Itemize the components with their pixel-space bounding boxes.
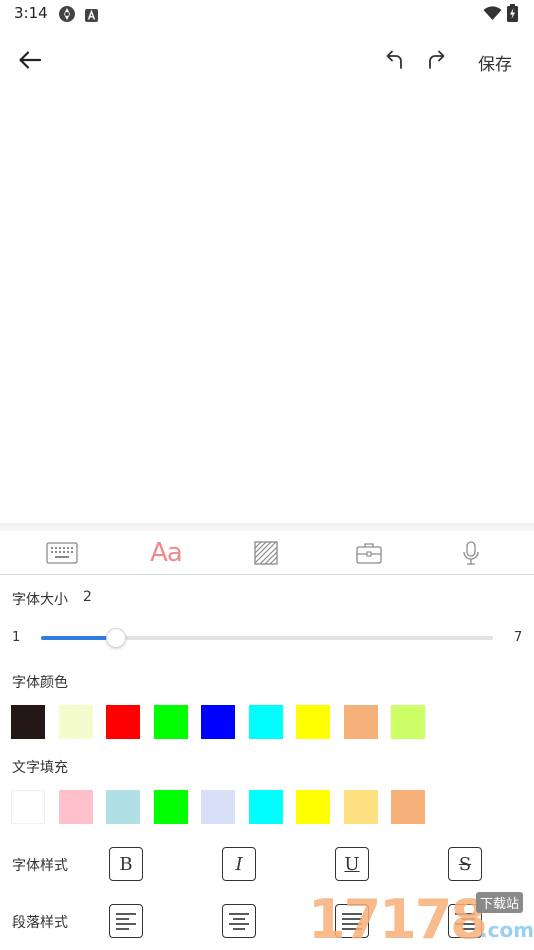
font-color-swatch-4[interactable] [154,705,188,739]
status-bar: 3:14 [0,0,534,28]
microphone-icon [463,541,479,565]
tab-voice[interactable] [453,537,489,569]
redo-button[interactable] [422,48,450,72]
panel-divider [0,523,534,531]
font-size-label: 字体大小 [12,592,68,608]
font-size-slider-fill [41,636,117,640]
location-app-icon [58,5,76,27]
align-center-icon [229,913,249,930]
app-bar: 保存 [0,36,534,84]
text-fill-label: 文字填充 [12,760,68,776]
text-fill-swatch-3[interactable] [106,790,140,824]
align-left-icon [116,913,136,930]
font-color-label: 字体颜色 [12,675,68,691]
status-time: 3:14 [14,4,48,22]
font-color-swatch-1[interactable] [11,705,45,739]
text-fill-swatch-8[interactable] [344,790,378,824]
keyboard-icon [46,542,78,564]
undo-button[interactable] [381,48,409,72]
watermark-suffix: .com [480,918,534,942]
wifi-icon [483,6,502,25]
italic-button[interactable]: I [222,847,256,881]
text-fill-swatch-9[interactable] [391,790,425,824]
font-color-swatch-3[interactable] [106,705,140,739]
font-style-label: 字体样式 [12,858,68,874]
font-size-slider-thumb[interactable] [106,628,127,648]
font-color-swatch-8[interactable] [344,705,378,739]
text-fill-swatch-5[interactable] [201,790,235,824]
font-color-swatch-7[interactable] [296,705,330,739]
a-app-icon [85,7,98,26]
tool-tabs: Aa [0,531,534,575]
paragraph-style-label: 段落样式 [12,915,68,931]
tab-tools[interactable] [351,537,387,569]
battery-charging-icon [507,4,518,26]
back-button[interactable] [14,46,46,74]
watermark-badge: 下载站 [476,892,524,913]
tab-texture[interactable] [248,537,284,569]
slider-min-label: 1 [12,630,21,645]
font-style-tab-label: Aa [150,538,183,568]
underline-button[interactable]: U [335,847,369,881]
text-fill-swatch-1[interactable] [11,790,45,824]
watermark-number: 17178 [308,888,488,950]
tab-keyboard[interactable] [44,537,80,569]
font-size-value: 2 [83,589,92,605]
strikethrough-button[interactable]: S [448,847,482,881]
tab-font-style[interactable]: Aa [146,537,186,569]
slider-max-label: 7 [514,630,523,645]
font-color-swatch-6[interactable] [249,705,283,739]
text-fill-swatch-4[interactable] [154,790,188,824]
briefcase-icon [356,543,382,564]
text-fill-swatch-2[interactable] [59,790,93,824]
align-center-button[interactable] [222,904,256,938]
text-fill-swatch-7[interactable] [296,790,330,824]
editor-area[interactable] [0,84,534,524]
font-color-swatch-9[interactable] [391,705,425,739]
arrow-left-icon [19,51,41,69]
font-color-swatch-5[interactable] [201,705,235,739]
font-size-slider[interactable] [41,628,493,648]
site-watermark-logo: 17178 下载站 .com [308,888,534,950]
text-fill-swatch-6[interactable] [249,790,283,824]
font-color-swatch-2[interactable] [59,705,93,739]
bold-button[interactable]: B [109,847,143,881]
align-left-button[interactable] [109,904,143,938]
undo-icon [386,50,402,69]
save-button[interactable]: 保存 [478,50,512,75]
texture-icon [254,541,278,565]
redo-icon [429,50,445,69]
